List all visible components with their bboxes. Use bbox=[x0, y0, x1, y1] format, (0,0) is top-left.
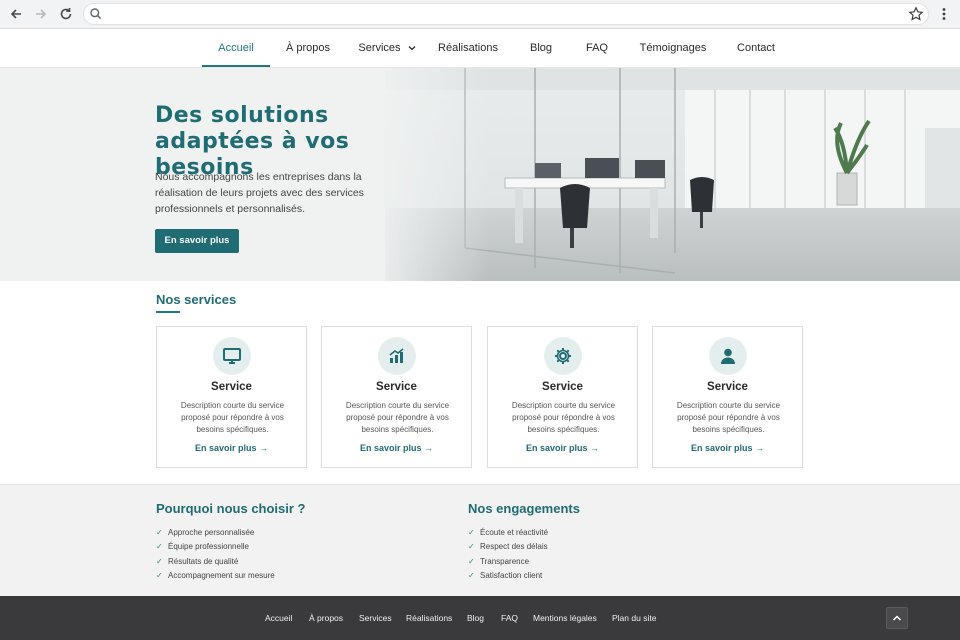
nav-blog[interactable]: Blog bbox=[522, 29, 560, 68]
arrow-left-icon bbox=[10, 9, 21, 19]
service-title: Service bbox=[376, 381, 417, 393]
back-to-top-button[interactable] bbox=[886, 607, 908, 629]
browser-menu-button[interactable] bbox=[936, 4, 952, 24]
nav-accueil[interactable]: Accueil bbox=[202, 29, 270, 68]
service-title: Service bbox=[707, 381, 748, 393]
why-list: ✓ Approche personnalisée ✓ Équipe professi… bbox=[156, 525, 275, 583]
list-item-label: Résultats de qualité bbox=[168, 556, 239, 566]
check-icon: ✓ bbox=[156, 556, 163, 566]
gear-icon bbox=[555, 348, 571, 364]
list-item: ✓ Approche personnalisée bbox=[156, 525, 275, 540]
service-description: Description courte du service proposé po… bbox=[676, 401, 781, 434]
commitments-heading: Nos engagements bbox=[468, 501, 580, 516]
services-heading: Nos services bbox=[156, 292, 237, 307]
nav-realisations[interactable]: Réalisations bbox=[436, 29, 500, 68]
list-item-label: Satisfaction client bbox=[480, 571, 543, 581]
list-item-label: Équipe professionnelle bbox=[168, 542, 249, 552]
list-item-label: Accompagnement sur mesure bbox=[168, 571, 275, 581]
service-icon-circle bbox=[544, 337, 582, 375]
nav-services-label: Services bbox=[358, 42, 401, 54]
service-card: Service Description courte du service pr… bbox=[652, 326, 803, 468]
list-item: ✓ Respect des délais bbox=[468, 540, 548, 555]
service-icon-circle bbox=[709, 337, 747, 375]
check-icon: ✓ bbox=[156, 527, 163, 537]
chevron-up-icon bbox=[892, 615, 902, 621]
list-item-label: Transparence bbox=[480, 556, 530, 566]
footer-link-mentions[interactable]: Mentions légales bbox=[533, 596, 597, 640]
address-bar[interactable] bbox=[83, 3, 929, 25]
forward-button[interactable] bbox=[31, 4, 51, 24]
list-item-label: Écoute et réactivité bbox=[480, 527, 549, 537]
check-icon: ✓ bbox=[156, 542, 163, 552]
footer-link-accueil[interactable]: Accueil bbox=[265, 596, 292, 640]
list-item: ✓ Satisfaction client bbox=[468, 569, 548, 584]
list-item: ✓ Résultats de qualité bbox=[156, 554, 275, 569]
active-nav-indicator bbox=[202, 65, 270, 67]
service-link[interactable]: En savoir plus → bbox=[157, 443, 306, 453]
reload-button[interactable] bbox=[56, 4, 76, 24]
service-card: Service Description courte du service pr… bbox=[321, 326, 472, 468]
footer-link-faq[interactable]: FAQ bbox=[501, 596, 518, 640]
hero-cta-button[interactable]: En savoir plus bbox=[155, 229, 239, 253]
nav-contact[interactable]: Contact bbox=[732, 29, 780, 68]
services-heading-underline bbox=[156, 311, 180, 313]
nav-temoignages[interactable]: Témoignages bbox=[638, 29, 708, 68]
chart-icon bbox=[389, 348, 404, 363]
service-icon-circle bbox=[213, 337, 251, 375]
footer-link-blog[interactable]: Blog bbox=[467, 596, 484, 640]
bookmark-star-icon[interactable] bbox=[908, 6, 924, 22]
service-link[interactable]: En savoir plus → bbox=[322, 443, 471, 453]
hero-title-line1: Des solutions bbox=[155, 103, 329, 128]
check-icon: ✓ bbox=[156, 571, 163, 581]
footer-link-a-propos[interactable]: À propos bbox=[309, 596, 343, 640]
hero-section: Des solutions adaptées à vos besoins Nou… bbox=[0, 68, 960, 281]
list-item: ✓ Transparence bbox=[468, 554, 548, 569]
monitor-icon bbox=[223, 348, 241, 364]
main-navigation: Accueil À propos Services Réalisations B… bbox=[0, 29, 960, 68]
commitments-list: ✓ Écoute et réactivité ✓ Respect des délai… bbox=[468, 525, 548, 583]
service-card: Service Description courte du service pr… bbox=[156, 326, 307, 468]
hero-description: Nous accompagnons les entreprises dans l… bbox=[155, 171, 364, 215]
service-description: Description courte du service proposé po… bbox=[345, 401, 450, 434]
service-description: Description courte du service proposé po… bbox=[511, 401, 616, 434]
check-icon: ✓ bbox=[468, 542, 475, 552]
service-title: Service bbox=[211, 381, 252, 393]
user-icon bbox=[721, 348, 735, 364]
chevron-down-icon bbox=[408, 46, 416, 51]
service-description: Description courte du service proposé po… bbox=[180, 401, 285, 434]
nav-faq[interactable]: FAQ bbox=[582, 29, 612, 68]
footer-link-realisations[interactable]: Réalisations bbox=[406, 596, 452, 640]
check-icon: ✓ bbox=[468, 527, 475, 537]
service-link[interactable]: En savoir plus → bbox=[653, 443, 802, 453]
nav-a-propos[interactable]: À propos bbox=[280, 29, 336, 68]
why-heading: Pourquoi nous choisir ? bbox=[156, 501, 306, 516]
nav-services[interactable]: Services bbox=[356, 29, 418, 68]
more-vertical-icon bbox=[942, 8, 946, 20]
footer-link-services[interactable]: Services bbox=[359, 596, 392, 640]
service-link[interactable]: En savoir plus → bbox=[488, 443, 637, 453]
site-footer: Accueil À propos Services Réalisations B… bbox=[0, 596, 960, 640]
browser-toolbar bbox=[0, 0, 960, 29]
list-item: ✓ Écoute et réactivité bbox=[468, 525, 548, 540]
list-item-label: Respect des délais bbox=[480, 542, 548, 552]
footer-link-plan[interactable]: Plan du site bbox=[612, 596, 656, 640]
search-icon bbox=[90, 8, 102, 20]
service-card: Service Description courte du service pr… bbox=[487, 326, 638, 468]
back-button[interactable] bbox=[6, 4, 26, 24]
reload-icon bbox=[60, 8, 72, 20]
service-icon-circle bbox=[378, 337, 416, 375]
list-item-label: Approche personnalisée bbox=[168, 527, 255, 537]
list-item: ✓ Accompagnement sur mesure bbox=[156, 569, 275, 584]
arrow-right-icon bbox=[36, 9, 47, 19]
check-icon: ✓ bbox=[468, 571, 475, 581]
service-title: Service bbox=[542, 381, 583, 393]
check-icon: ✓ bbox=[468, 556, 475, 566]
list-item: ✓ Équipe professionnelle bbox=[156, 540, 275, 555]
